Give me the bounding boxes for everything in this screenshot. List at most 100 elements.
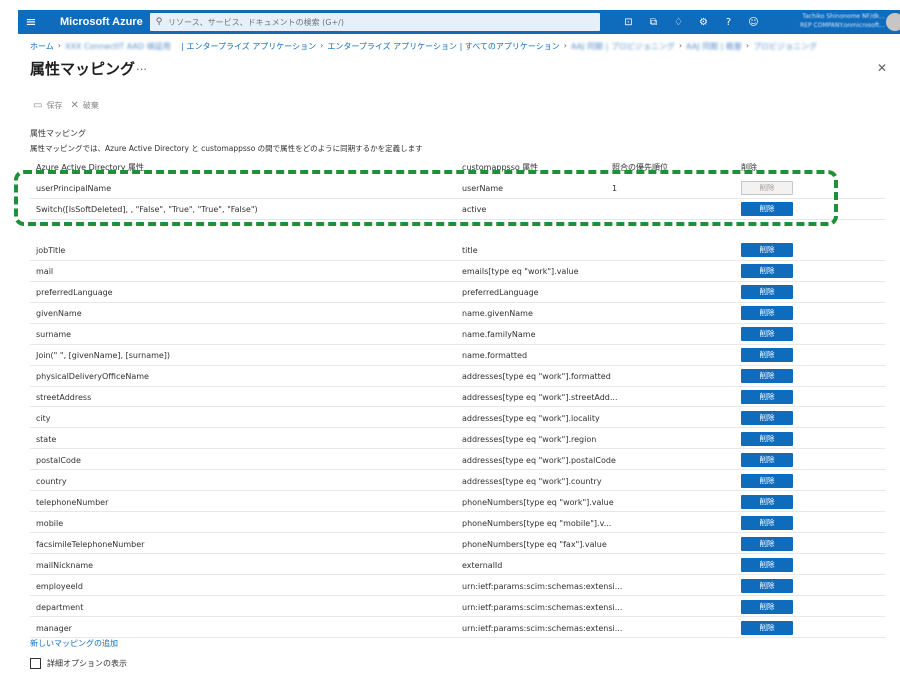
table-row[interactable]: country addresses[type eq "work"].country…: [30, 471, 885, 492]
target-attribute-cell[interactable]: name.formatted: [462, 351, 527, 360]
target-attribute-cell[interactable]: phoneNumbers[type eq "work"].value: [462, 498, 614, 507]
breadcrumb-item[interactable]: プロビジョニング: [753, 41, 817, 52]
delete-button[interactable]: 削除: [741, 285, 793, 299]
delete-button[interactable]: 削除: [741, 578, 793, 593]
target-attribute-cell[interactable]: userName: [462, 184, 503, 193]
breadcrumb-item[interactable]: エンタープライズ アプリケーション | すべてのアプリケーション: [327, 41, 559, 52]
delete-button[interactable]: 削除: [741, 452, 793, 467]
avatar[interactable]: [886, 13, 900, 31]
advanced-options-toggle[interactable]: 詳細オプションの表示: [30, 658, 127, 669]
global-search[interactable]: ⚲: [150, 13, 600, 31]
source-attribute-cell[interactable]: manager: [36, 624, 72, 633]
source-attribute-cell[interactable]: givenName: [36, 309, 82, 318]
table-row[interactable]: city addresses[type eq "work"].locality 削除: [30, 408, 885, 429]
cloud-shell-icon[interactable]: ⊡: [616, 17, 641, 28]
breadcrumb-item[interactable]: AAJ 同期 | プロビジョニング: [571, 41, 675, 52]
target-attribute-cell[interactable]: externalId: [462, 561, 502, 570]
table-row[interactable]: mail emails[type eq "work"].value 削除: [30, 261, 885, 282]
delete-button[interactable]: 削除: [741, 410, 793, 425]
table-row[interactable]: manager urn:ietf:params:scim:schemas:exte…: [30, 618, 885, 639]
table-row[interactable]: postalCode addresses[type eq "work"].post…: [30, 450, 885, 471]
table-row[interactable]: mobile phoneNumbers[type eq "mobile"].v..…: [30, 513, 885, 534]
source-attribute-cell[interactable]: postalCode: [36, 456, 81, 465]
close-icon[interactable]: ✕: [877, 61, 887, 75]
delete-button[interactable]: 削除: [741, 201, 793, 216]
target-attribute-cell[interactable]: name.givenName: [462, 309, 533, 318]
source-attribute-cell[interactable]: telephoneNumber: [36, 498, 108, 507]
delete-button[interactable]: 削除: [741, 515, 793, 530]
hamburger-menu-icon[interactable]: ≡: [18, 15, 44, 30]
source-attribute-cell[interactable]: Switch([IsSoftDeleted], , "False", "True…: [36, 205, 258, 214]
delete-button[interactable]: 削除: [741, 306, 793, 320]
delete-button[interactable]: 削除: [741, 181, 793, 195]
target-attribute-cell[interactable]: urn:ietf:params:scim:schemas:extensi...: [462, 603, 622, 612]
target-attribute-cell[interactable]: phoneNumbers[type eq "mobile"].v...: [462, 519, 611, 528]
table-row[interactable]: telephoneNumber phoneNumbers[type eq "wor…: [30, 492, 885, 513]
delete-button[interactable]: 削除: [741, 473, 793, 488]
delete-button[interactable]: 削除: [741, 431, 793, 446]
source-attribute-cell[interactable]: department: [36, 603, 83, 612]
delete-button[interactable]: 削除: [741, 389, 793, 404]
table-row[interactable]: mailNickname externalId 削除: [30, 555, 885, 576]
source-attribute-cell[interactable]: streetAddress: [36, 393, 91, 402]
table-row[interactable]: userPrincipalName userName 1 削除: [30, 178, 885, 199]
table-row[interactable]: jobTitle title 削除: [30, 240, 885, 261]
target-attribute-cell[interactable]: name.familyName: [462, 330, 536, 339]
delete-button[interactable]: 削除: [741, 243, 793, 257]
breadcrumb-item[interactable]: | エンタープライズ アプリケーション: [181, 41, 316, 52]
target-attribute-cell[interactable]: title: [462, 246, 478, 255]
target-attribute-cell[interactable]: addresses[type eq "work"].locality: [462, 414, 600, 423]
notifications-bell-icon[interactable]: ♢: [666, 17, 691, 28]
source-attribute-cell[interactable]: physicalDeliveryOfficeName: [36, 372, 149, 381]
account-info[interactable]: Tachiko Shinonome NF/dk... REP COMPANY.o…: [773, 12, 885, 32]
add-new-mapping-link[interactable]: 新しいマッピングの追加: [30, 638, 118, 649]
source-attribute-cell[interactable]: mobile: [36, 519, 63, 528]
discard-button[interactable]: ✕ 破棄: [70, 100, 98, 111]
source-attribute-cell[interactable]: userPrincipalName: [36, 184, 111, 193]
delete-button[interactable]: 削除: [741, 536, 793, 551]
source-attribute-cell[interactable]: preferredLanguage: [36, 288, 113, 297]
table-row[interactable]: facsimileTelephoneNumber phoneNumbers[typ…: [30, 534, 885, 555]
source-attribute-cell[interactable]: city: [36, 414, 51, 423]
source-attribute-cell[interactable]: jobTitle: [36, 246, 65, 255]
more-options-icon[interactable]: …: [136, 60, 147, 73]
delete-button[interactable]: 削除: [741, 599, 793, 614]
directory-filter-icon[interactable]: ⧉: [641, 17, 666, 28]
source-attribute-cell[interactable]: employeeId: [36, 582, 83, 591]
target-attribute-cell[interactable]: addresses[type eq "work"].country: [462, 477, 602, 486]
target-attribute-cell[interactable]: urn:ietf:params:scim:schemas:extensi...: [462, 582, 622, 591]
source-attribute-cell[interactable]: Join(" ", [givenName], [surname]): [36, 351, 170, 360]
feedback-icon[interactable]: ☺: [741, 17, 766, 28]
source-attribute-cell[interactable]: facsimileTelephoneNumber: [36, 540, 144, 549]
source-attribute-cell[interactable]: mailNickname: [36, 561, 93, 570]
breadcrumb-item[interactable]: ホーム: [30, 41, 54, 52]
delete-button[interactable]: 削除: [741, 557, 793, 572]
target-attribute-cell[interactable]: emails[type eq "work"].value: [462, 267, 579, 276]
help-icon[interactable]: ?: [716, 17, 741, 28]
source-attribute-cell[interactable]: surname: [36, 330, 71, 339]
delete-button[interactable]: 削除: [741, 494, 793, 509]
target-attribute-cell[interactable]: phoneNumbers[type eq "fax"].value: [462, 540, 607, 549]
delete-button[interactable]: 削除: [741, 620, 793, 635]
target-attribute-cell[interactable]: addresses[type eq "work"].formatted: [462, 372, 611, 381]
table-row[interactable]: Switch([IsSoftDeleted], , "False", "True…: [30, 199, 885, 220]
table-row[interactable]: streetAddress addresses[type eq "work"].s…: [30, 387, 885, 408]
save-button[interactable]: ▭ 保存: [33, 100, 62, 111]
settings-gear-icon[interactable]: ⚙: [691, 17, 716, 28]
table-row[interactable]: surname name.familyName 削除: [30, 324, 885, 345]
delete-button[interactable]: 削除: [741, 327, 793, 341]
search-input[interactable]: [168, 17, 588, 27]
target-attribute-cell[interactable]: urn:ietf:params:scim:schemas:extensi...: [462, 624, 622, 633]
breadcrumb-item[interactable]: AAJ 同期 | 概要: [686, 41, 742, 52]
breadcrumb-item[interactable]: XXX ConnectIT AAD 検証用: [65, 41, 171, 52]
table-row[interactable]: state addresses[type eq "work"].region 削除: [30, 429, 885, 450]
table-row[interactable]: Join(" ", [givenName], [surname]) name.fo…: [30, 345, 885, 366]
target-attribute-cell[interactable]: addresses[type eq "work"].postalCode: [462, 456, 616, 465]
delete-button[interactable]: 削除: [741, 264, 793, 278]
table-row[interactable]: givenName name.givenName 削除: [30, 303, 885, 324]
table-row[interactable]: employeeId urn:ietf:params:scim:schemas:e…: [30, 576, 885, 597]
source-attribute-cell[interactable]: country: [36, 477, 67, 486]
target-attribute-cell[interactable]: active: [462, 205, 486, 214]
delete-button[interactable]: 削除: [741, 348, 793, 362]
checkbox[interactable]: [30, 658, 41, 669]
